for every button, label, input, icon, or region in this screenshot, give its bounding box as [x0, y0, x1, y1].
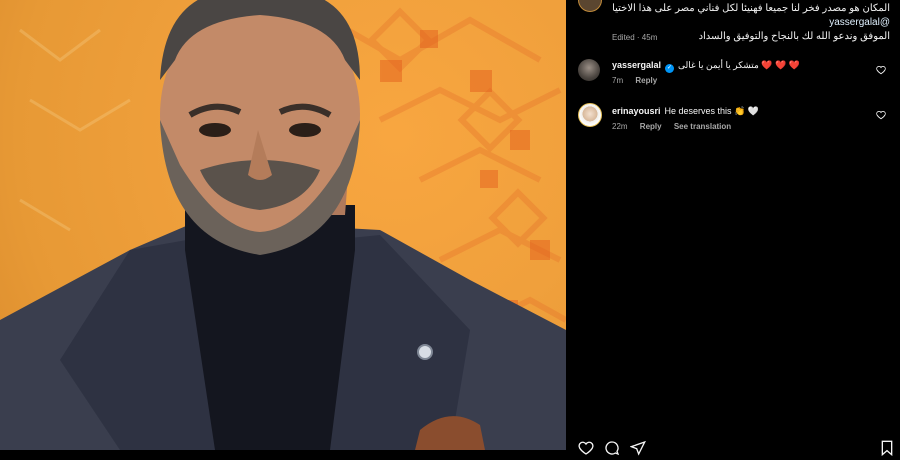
comment-timestamp: 22m [612, 122, 628, 131]
bookmark-icon[interactable] [880, 440, 894, 456]
reply-button[interactable]: Reply [640, 122, 662, 131]
heart-icon[interactable] [876, 110, 886, 120]
caption-mention-link[interactable]: @yassergalal [612, 16, 890, 30]
comment-timestamp: 7m [612, 76, 624, 85]
caption-edited-timestamp: Edited · 45m [612, 33, 658, 42]
comment-username[interactable]: erinayousri [612, 106, 661, 116]
comments-panel: المكان هو مصدر فخر لنا جميعا فهنيئا لكل … [566, 0, 900, 456]
heart-icon[interactable] [578, 440, 594, 456]
comment-username[interactable]: yassergalal [612, 60, 661, 70]
reply-button[interactable]: Reply [635, 76, 657, 85]
avatar[interactable] [578, 59, 600, 81]
caption-line: المكان هو مصدر فخر لنا جميعا فهنيئا لكل … [612, 3, 890, 14]
heart-icon[interactable] [876, 65, 886, 75]
comment-text: متشكر يا أيمن يا غالى ❤️ ❤️ ❤️ [678, 60, 800, 70]
avatar[interactable] [578, 103, 602, 127]
share-icon[interactable] [630, 440, 646, 456]
see-translation-button[interactable]: See translation [674, 122, 731, 131]
post-action-bar [578, 440, 898, 460]
comment-text: He deserves this 👏 🤍 [664, 106, 759, 116]
comment-icon[interactable] [604, 440, 620, 456]
verified-badge-icon: ✓ [665, 64, 675, 73]
portrait-illustration [0, 0, 566, 450]
post-image[interactable] [0, 0, 566, 450]
caption-author-avatar[interactable] [578, 0, 602, 12]
